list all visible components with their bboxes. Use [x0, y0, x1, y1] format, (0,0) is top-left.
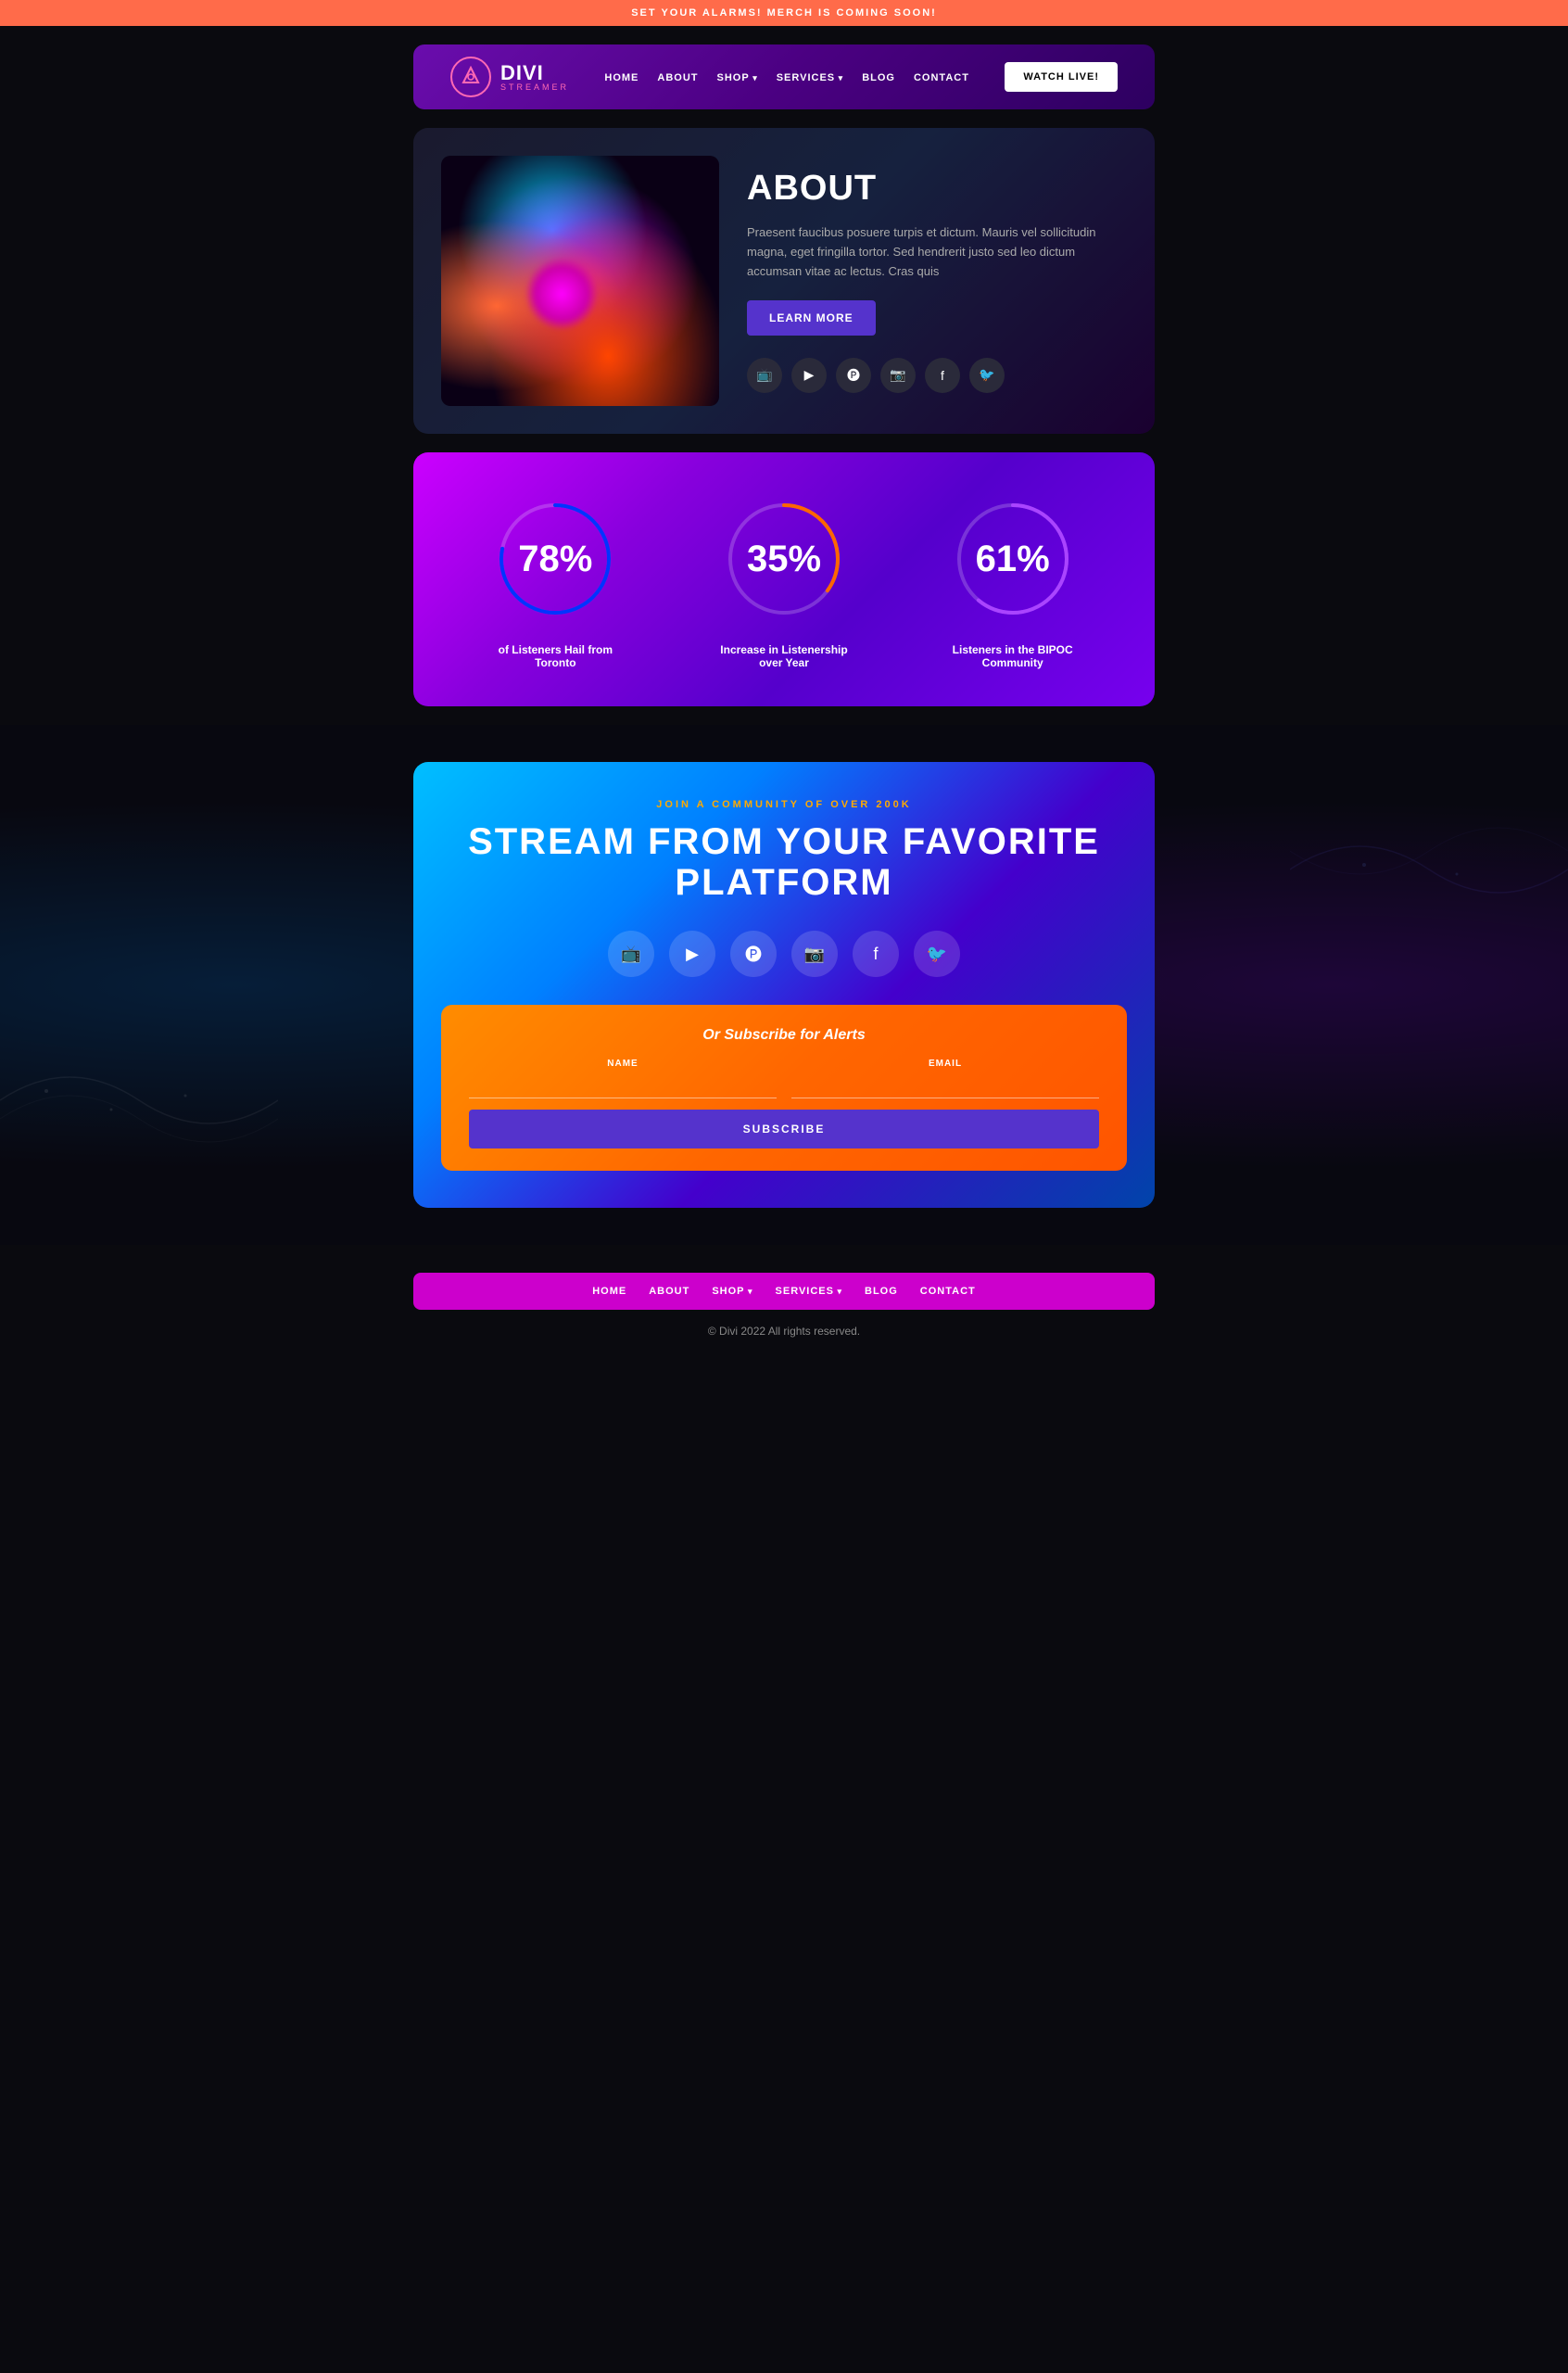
about-image	[441, 156, 719, 406]
footer-copyright: © Divi 2022 All rights reserved.	[413, 1310, 1155, 1352]
stat-number-1: 35%	[747, 539, 821, 580]
learn-more-button[interactable]: LEARN MORE	[747, 300, 876, 336]
dark-section: JOIN A COMMUNITY OF OVER 200K STREAM FRO…	[0, 725, 1568, 1245]
email-label: EMAIL	[791, 1059, 1099, 1069]
stat-number-2: 61%	[976, 539, 1050, 580]
about-title: ABOUT	[747, 169, 1127, 209]
nav-item-home[interactable]: HOME	[604, 72, 639, 83]
name-input[interactable]	[469, 1072, 777, 1098]
name-label: NAME	[469, 1059, 777, 1069]
wave-decoration-left	[0, 1008, 278, 1193]
stream-social-patreon[interactable]: 🅟	[730, 931, 777, 977]
stat-number-0: 78%	[518, 539, 592, 580]
about-social-twitter[interactable]: 🐦	[969, 358, 1005, 393]
footer-nav-blog[interactable]: BLOG	[865, 1286, 898, 1297]
stats-section: 78% of Listeners Hail from Toronto 35% I…	[413, 452, 1155, 706]
footer-nav-contact[interactable]: CONTACT	[920, 1286, 976, 1297]
wave-decoration-right	[1290, 777, 1568, 962]
stream-social-twitch[interactable]: 📺	[608, 931, 654, 977]
subscribe-title: Or Subscribe for Alerts	[469, 1027, 1099, 1044]
about-social-twitch[interactable]: 📺	[747, 358, 782, 393]
nav-item-contact[interactable]: CONTACT	[914, 72, 969, 83]
about-social-instagram[interactable]: 📷	[880, 358, 916, 393]
stream-social-youtube[interactable]: ▶	[669, 931, 715, 977]
nav-item-about[interactable]: ABOUT	[657, 72, 698, 83]
stat-item-0: 78% of Listeners Hail from Toronto	[441, 489, 670, 669]
navbar: DIVI STREAMER HOME ABOUT SHOP SERVICES BLOG C…	[413, 44, 1155, 109]
subscribe-button[interactable]: SUBSCRIBE	[469, 1110, 1099, 1148]
logo-icon	[450, 57, 491, 97]
stream-social-twitter[interactable]: 🐦	[914, 931, 960, 977]
watch-live-button[interactable]: WATCH LIVE!	[1005, 62, 1118, 92]
logo[interactable]: DIVI STREAMER	[450, 57, 569, 97]
footer-nav-shop[interactable]: SHOP	[712, 1286, 752, 1297]
footer-nav-about[interactable]: ABOUT	[649, 1286, 689, 1297]
stat-circle-2: 61%	[943, 489, 1082, 628]
stat-label-0: of Listeners Hail from Toronto	[490, 643, 620, 669]
logo-title: DIVI	[500, 63, 569, 83]
about-social-youtube[interactable]: ▶	[791, 358, 827, 393]
footer-nav: HOME ABOUT SHOP SERVICES BLOG CONTACT	[413, 1273, 1155, 1310]
stat-circle-1: 35%	[714, 489, 854, 628]
stat-circle-0: 78%	[486, 489, 625, 628]
stream-social-icons: 📺 ▶ 🅟 📷 f 🐦	[441, 931, 1127, 977]
email-field: EMAIL	[791, 1059, 1099, 1098]
nav-menu: HOME ABOUT SHOP SERVICES BLOG CONTACT	[604, 69, 969, 85]
stat-label-1: Increase in Listenership over Year	[719, 643, 849, 669]
stat-item-2: 61% Listeners in the BIPOC Community	[898, 489, 1127, 669]
subscribe-fields: NAME EMAIL	[469, 1059, 1099, 1098]
footer-nav-services[interactable]: SERVICES	[776, 1286, 842, 1297]
stat-item-1: 35% Increase in Listenership over Year	[670, 489, 899, 669]
nav-item-shop[interactable]: SHOP	[717, 72, 758, 83]
stream-eyebrow: JOIN A COMMUNITY OF OVER 200K	[441, 799, 1127, 810]
stat-label-2: Listeners in the BIPOC Community	[948, 643, 1078, 669]
footer-nav-home[interactable]: HOME	[592, 1286, 626, 1297]
nav-item-services[interactable]: SERVICES	[777, 72, 843, 83]
logo-subtitle: STREAMER	[500, 83, 569, 92]
stream-social-instagram[interactable]: 📷	[791, 931, 838, 977]
about-card: ABOUT Praesent faucibus posuere turpis e…	[413, 128, 1155, 434]
about-content: ABOUT Praesent faucibus posuere turpis e…	[747, 169, 1127, 392]
top-banner: SET YOUR ALARMS! MERCH IS COMING SOON!	[0, 0, 1568, 26]
about-image-decoration	[441, 156, 719, 406]
about-social-icons: 📺 ▶ 🅟 📷 f 🐦	[747, 358, 1127, 393]
email-input[interactable]	[791, 1072, 1099, 1098]
logo-text: DIVI STREAMER	[500, 63, 569, 92]
stream-card: JOIN A COMMUNITY OF OVER 200K STREAM FRO…	[413, 762, 1155, 1208]
nav-item-blog[interactable]: BLOG	[862, 72, 895, 83]
top-banner-text: SET YOUR ALARMS! MERCH IS COMING SOON!	[631, 7, 937, 19]
stream-title: STREAM FROM YOUR FAVORITE PLATFORM	[441, 821, 1127, 903]
about-social-facebook[interactable]: f	[925, 358, 960, 393]
about-text: Praesent faucibus posuere turpis et dict…	[747, 223, 1127, 281]
name-field: NAME	[469, 1059, 777, 1098]
stream-social-facebook[interactable]: f	[853, 931, 899, 977]
about-social-patreon[interactable]: 🅟	[836, 358, 871, 393]
subscribe-box: Or Subscribe for Alerts NAME EMAIL SUBSC…	[441, 1005, 1127, 1171]
